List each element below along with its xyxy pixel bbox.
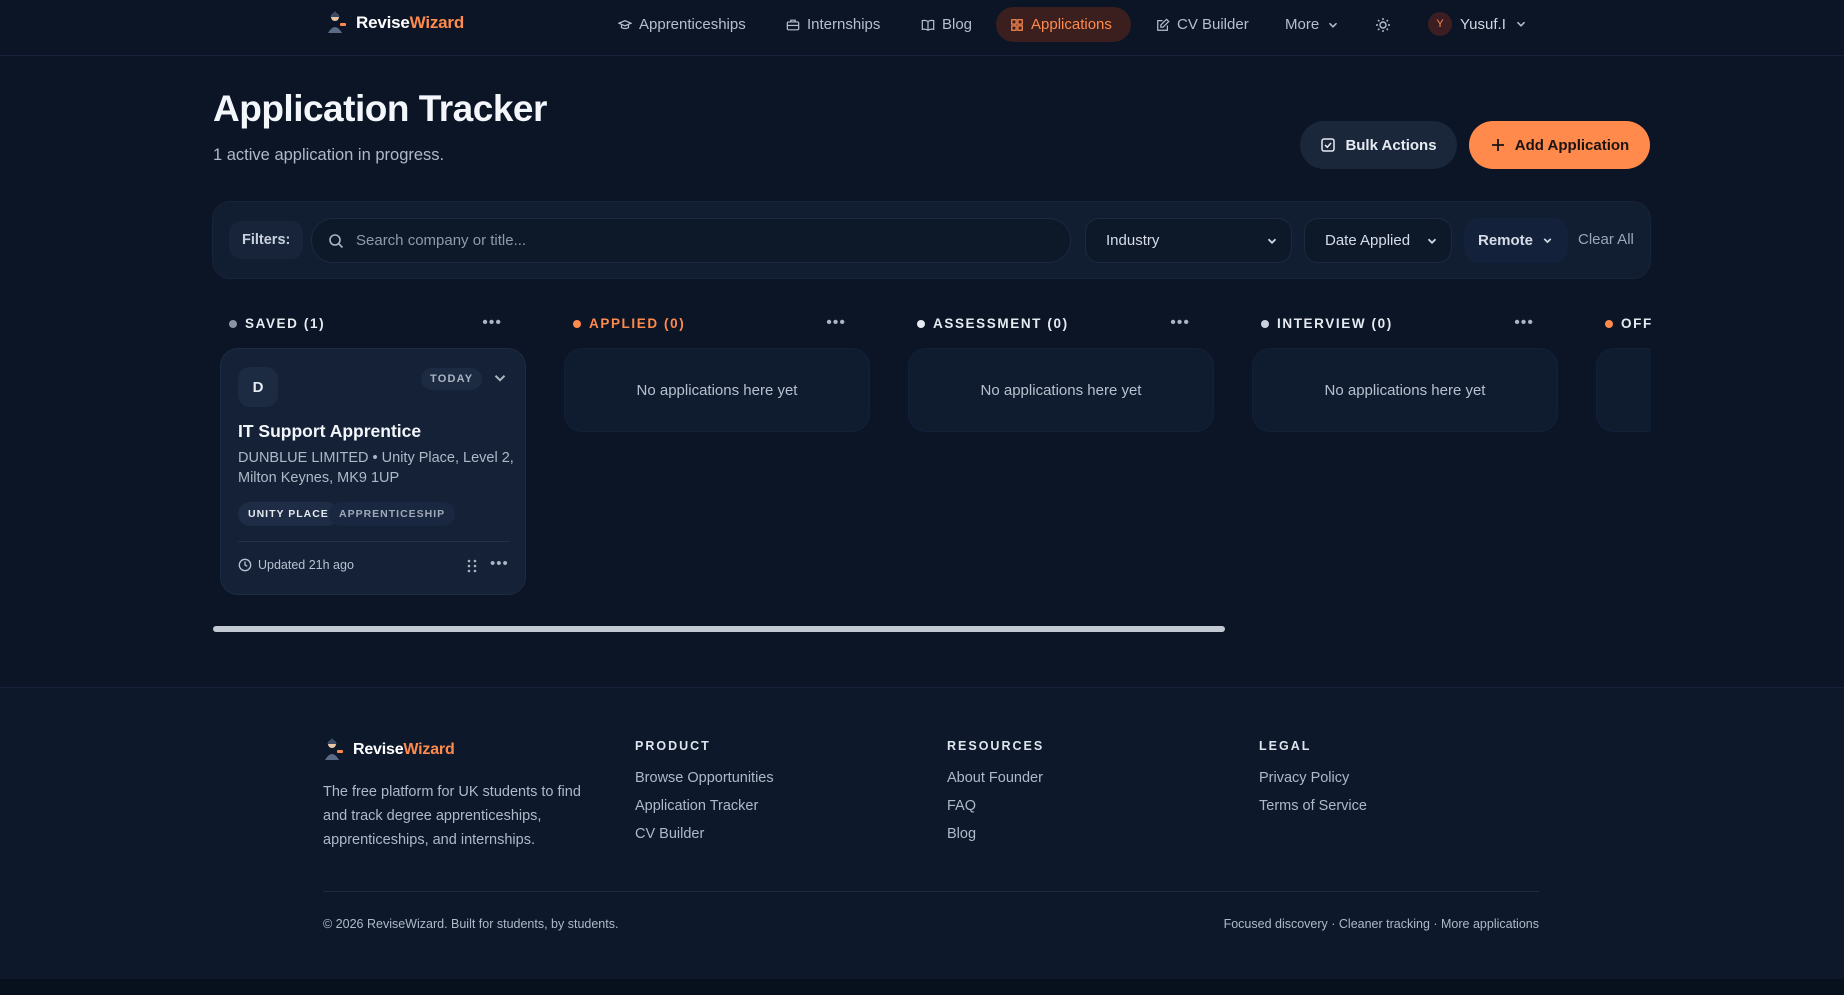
status-dot bbox=[1261, 319, 1269, 328]
divider bbox=[323, 891, 1539, 892]
status-dot bbox=[229, 319, 237, 328]
filters-label: Filters: bbox=[229, 221, 304, 259]
avatar: Y bbox=[1428, 12, 1452, 36]
footer-link-cv-builder[interactable]: CV Builder bbox=[635, 826, 774, 842]
brand-name: ReviseWizard bbox=[353, 741, 455, 758]
footer-taglines: Focused discovery · Cleaner tracking · M… bbox=[1223, 917, 1539, 931]
footer-product-column: PRODUCT Browse Opportunities Application… bbox=[635, 739, 774, 854]
graduation-cap-icon bbox=[618, 19, 632, 29]
sun-icon bbox=[1376, 18, 1390, 32]
column-header: OFF bbox=[1605, 316, 1651, 331]
search-input[interactable] bbox=[356, 232, 1036, 249]
board-horizontal-scrollbar[interactable] bbox=[213, 626, 1225, 632]
empty-state: No applications here yet bbox=[1252, 348, 1558, 432]
column-menu-button[interactable]: ••• bbox=[482, 314, 502, 332]
card-description: DUNBLUE LIMITED • Unity Place, Level 2, … bbox=[238, 450, 514, 486]
footer-link-tracker[interactable]: Application Tracker bbox=[635, 798, 774, 814]
briefcase-icon bbox=[786, 19, 800, 30]
tag-location: UNITY PLACE bbox=[238, 502, 339, 526]
empty-state: No applications here yet bbox=[908, 348, 1214, 432]
add-application-button[interactable]: Add Application bbox=[1469, 121, 1650, 169]
top-navbar: ReviseWizard Apprenticeships Internships… bbox=[0, 0, 1844, 56]
nav-applications[interactable]: Applications bbox=[996, 7, 1131, 42]
page-title: Application Tracker bbox=[213, 88, 547, 129]
brand-logo-link[interactable]: ReviseWizard bbox=[326, 11, 464, 35]
footer-heading: PRODUCT bbox=[635, 739, 711, 753]
book-open-icon bbox=[921, 19, 935, 31]
divider bbox=[238, 541, 510, 542]
empty-state bbox=[1596, 348, 1651, 432]
theme-toggle-button[interactable] bbox=[1372, 14, 1394, 36]
empty-state: No applications here yet bbox=[564, 348, 870, 432]
footer-resources-column: RESOURCES About Founder FAQ Blog bbox=[947, 739, 1044, 854]
updated-timestamp: Updated 21h ago bbox=[238, 558, 354, 572]
wizard-logo-icon bbox=[325, 738, 343, 760]
status-dot bbox=[917, 319, 925, 328]
clear-all-button[interactable]: Clear All bbox=[1578, 231, 1634, 248]
date-applied-select[interactable]: Date Applied bbox=[1304, 218, 1452, 263]
card-title: IT Support Apprentice bbox=[238, 421, 422, 441]
industry-select[interactable]: Industry bbox=[1085, 218, 1292, 263]
column-header: SAVED (1) bbox=[229, 316, 325, 331]
expand-chevron-icon[interactable] bbox=[491, 369, 509, 387]
footer-link-browse[interactable]: Browse Opportunities bbox=[635, 770, 774, 786]
nav-blog[interactable]: Blog bbox=[907, 7, 986, 42]
card-more-button[interactable]: ••• bbox=[490, 555, 509, 572]
tag-type: APPRENTICESHIP bbox=[329, 502, 456, 526]
column-header: INTERVIEW (0) bbox=[1261, 316, 1393, 331]
footer: ReviseWizard The free platform for UK st… bbox=[0, 687, 1844, 979]
copyright: © 2026 ReviseWizard. Built for students,… bbox=[323, 917, 619, 931]
user-name: Yusuf.I bbox=[1460, 15, 1506, 33]
footer-brand[interactable]: ReviseWizard bbox=[323, 738, 455, 762]
column-menu-button[interactable]: ••• bbox=[1514, 314, 1534, 332]
column-menu-button[interactable]: ••• bbox=[826, 314, 846, 332]
nav-more-dropdown[interactable]: More bbox=[1271, 7, 1354, 42]
footer-description: The free platform for UK students to fin… bbox=[323, 784, 581, 848]
chevron-down-icon bbox=[1516, 21, 1525, 27]
user-menu[interactable]: Y Yusuf.I bbox=[1428, 12, 1528, 36]
remote-filter-dropdown[interactable]: Remote bbox=[1464, 218, 1568, 263]
chevron-down-icon bbox=[1329, 22, 1338, 28]
clock-icon bbox=[238, 558, 252, 572]
column-menu-button[interactable]: ••• bbox=[1170, 314, 1190, 332]
kanban-board: SAVED (1) ••• D TODAY IT Support Apprent… bbox=[212, 300, 1651, 640]
footer-link-privacy[interactable]: Privacy Policy bbox=[1259, 770, 1367, 786]
page-bottom-edge bbox=[0, 979, 1844, 995]
application-card[interactable]: D TODAY IT Support Apprentice DUNBLUE LI… bbox=[220, 348, 526, 595]
wizard-logo-icon bbox=[328, 11, 346, 33]
grid-icon bbox=[1011, 18, 1023, 31]
search-icon bbox=[329, 233, 344, 248]
chevron-down-icon bbox=[1427, 238, 1437, 244]
column-header: ASSESSMENT (0) bbox=[917, 316, 1069, 331]
footer-link-terms[interactable]: Terms of Service bbox=[1259, 798, 1367, 814]
status-dot bbox=[1605, 319, 1613, 328]
brand-name: ReviseWizard bbox=[356, 13, 464, 32]
nav-internships[interactable]: Internships bbox=[772, 7, 894, 42]
column-header: APPLIED (0) bbox=[573, 316, 685, 331]
footer-link-faq[interactable]: FAQ bbox=[947, 798, 1044, 814]
company-initial: D bbox=[238, 367, 278, 407]
footer-link-about-founder[interactable]: About Founder bbox=[947, 770, 1044, 786]
date-badge: TODAY bbox=[421, 368, 483, 390]
footer-legal-column: LEGAL Privacy Policy Terms of Service bbox=[1259, 739, 1367, 826]
chevron-down-icon bbox=[1543, 238, 1552, 244]
filter-bar: Filters: Industry Date Applied Remote Cl… bbox=[212, 201, 1651, 279]
chevron-down-icon bbox=[1267, 238, 1277, 244]
footer-link-blog[interactable]: Blog bbox=[947, 826, 1044, 842]
bulk-actions-button[interactable]: Bulk Actions bbox=[1300, 121, 1457, 169]
plus-icon bbox=[1491, 139, 1504, 151]
page-subtitle: 1 active application in progress. bbox=[213, 146, 445, 164]
pencil-square-icon bbox=[1157, 17, 1170, 31]
drag-handle-icon[interactable] bbox=[465, 558, 479, 574]
footer-heading: RESOURCES bbox=[947, 739, 1045, 753]
footer-heading: LEGAL bbox=[1259, 739, 1312, 753]
nav-cv-builder[interactable]: CV Builder bbox=[1142, 7, 1263, 42]
search-field[interactable] bbox=[311, 218, 1071, 263]
checkbox-icon bbox=[1321, 138, 1336, 152]
status-dot bbox=[573, 319, 581, 328]
nav-apprenticeships[interactable]: Apprenticeships bbox=[604, 7, 760, 42]
